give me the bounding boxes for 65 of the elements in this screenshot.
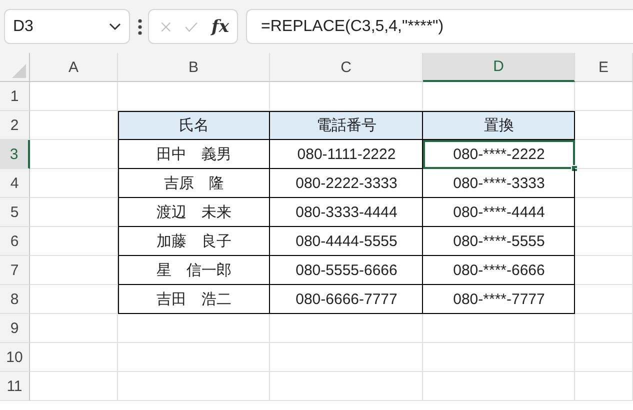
table-cell: 吉田 浩二 <box>118 285 270 314</box>
table-cell: 080-****-5555 <box>423 227 575 256</box>
corner-triangle-icon[interactable] <box>12 64 26 78</box>
table-header-cell: 電話番号 <box>270 111 423 140</box>
row-header[interactable]: 6 <box>0 227 30 256</box>
more-icon[interactable] <box>138 18 142 34</box>
column-header[interactable]: C <box>270 53 423 82</box>
empty-cell[interactable] <box>575 227 633 256</box>
table-cell: 田中 義男 <box>118 140 270 169</box>
table-cell: 渡辺 未来 <box>118 198 270 227</box>
empty-cell[interactable] <box>575 82 633 111</box>
empty-cell[interactable] <box>575 198 633 227</box>
caret-icon[interactable] <box>109 22 121 30</box>
table-cell: 080-5555-6666 <box>270 256 423 285</box>
table-cell: 080-****-4444 <box>423 198 575 227</box>
row-header[interactable]: 4 <box>0 169 30 198</box>
row-header[interactable]: 2 <box>0 111 30 140</box>
insert-function-button[interactable]: fx <box>212 16 229 36</box>
name-box[interactable]: D3 <box>4 9 130 44</box>
row-header[interactable]: 5 <box>0 198 30 227</box>
row-header[interactable]: 10 <box>0 343 30 372</box>
table-cell: 080-****-7777 <box>423 285 575 314</box>
empty-cell[interactable] <box>423 314 575 343</box>
row-header[interactable]: 8 <box>0 285 30 314</box>
empty-cell[interactable] <box>423 343 575 372</box>
empty-cell[interactable] <box>575 343 633 372</box>
table-cell: 吉原 隆 <box>118 169 270 198</box>
empty-cell[interactable] <box>575 256 633 285</box>
column-header[interactable]: B <box>118 53 270 82</box>
table-cell: 080-2222-3333 <box>270 169 423 198</box>
empty-cell[interactable] <box>575 140 633 169</box>
table-cell: 080-****-2222 <box>423 140 575 169</box>
empty-cell[interactable] <box>270 343 423 372</box>
empty-cell[interactable] <box>575 169 633 198</box>
empty-cell[interactable] <box>270 314 423 343</box>
column-header[interactable]: E <box>575 53 633 82</box>
table-cell: 080-****-6666 <box>423 256 575 285</box>
row-header[interactable]: 9 <box>0 314 30 343</box>
table-header-cell: 置換 <box>423 111 575 140</box>
column-header[interactable]: D <box>423 53 575 82</box>
table-cell: 080-****-3333 <box>423 169 575 198</box>
empty-cell[interactable] <box>118 343 270 372</box>
empty-cell[interactable] <box>423 372 575 401</box>
empty-cell[interactable] <box>575 285 633 314</box>
empty-cell[interactable] <box>575 372 633 401</box>
table-cell: 080-1111-2222 <box>270 140 423 169</box>
cell-reference: D3 <box>13 18 34 36</box>
column-header[interactable]: A <box>30 53 118 82</box>
table-cell: 星 信一郎 <box>118 256 270 285</box>
row-header[interactable]: 11 <box>0 372 30 401</box>
empty-cell[interactable] <box>575 314 633 343</box>
row-header[interactable]: 3 <box>0 140 30 169</box>
empty-cell[interactable] <box>118 372 270 401</box>
table-header-cell: 氏名 <box>118 111 270 140</box>
table-cell: 加藤 良子 <box>118 227 270 256</box>
cancel-icon[interactable] <box>161 20 171 34</box>
table-cell: 080-3333-4444 <box>270 198 423 227</box>
row-header[interactable]: 7 <box>0 256 30 285</box>
table-cell: 080-6666-7777 <box>270 285 423 314</box>
empty-cell[interactable] <box>118 314 270 343</box>
empty-cell[interactable] <box>270 372 423 401</box>
checkmark-icon[interactable] <box>184 20 198 34</box>
row-header[interactable]: 1 <box>0 82 30 111</box>
table-cell: 080-4444-5555 <box>270 227 423 256</box>
formula-field[interactable]: =REPLACE(C3,5,4,"****") <box>246 9 633 44</box>
